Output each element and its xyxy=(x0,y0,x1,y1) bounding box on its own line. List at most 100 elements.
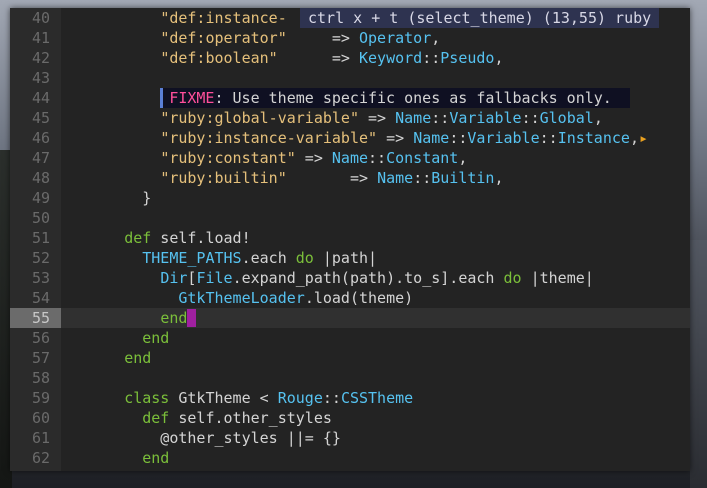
desktop-background-right xyxy=(690,240,707,488)
code-token: Keyword xyxy=(359,49,423,67)
line-number: 55 xyxy=(10,308,61,328)
code-line[interactable]: 43 xyxy=(10,68,690,88)
code-line[interactable]: 42 "def:boolean" => Keyword::Pseudo, xyxy=(10,48,690,68)
code-token: Name xyxy=(395,109,432,127)
code-line[interactable]: 60 def self.other_styles xyxy=(10,408,690,428)
code-line[interactable]: 50 xyxy=(10,208,690,228)
code-token: GtkThemeLoader xyxy=(178,289,305,307)
line-code: "ruby:instance-variable" => Name::Variab… xyxy=(70,128,648,148)
line-number: 45 xyxy=(31,109,50,127)
line-number: 44 xyxy=(31,89,50,107)
command-popup: ctrl x + t (select_theme) (13,55) ruby xyxy=(300,8,660,28)
code-token: Global xyxy=(539,109,594,127)
code-line[interactable]: 41 "def:operator" => Operator, xyxy=(10,28,690,48)
code-line[interactable]: 48 "ruby:builtin" => Name::Builtin, xyxy=(10,168,690,188)
code-token: Variable xyxy=(467,129,540,147)
code-token: => xyxy=(286,29,359,47)
code-token: :: xyxy=(422,49,441,67)
code-token: :: xyxy=(413,169,432,187)
code-token: :: xyxy=(521,109,540,127)
code-line[interactable]: 58 xyxy=(10,368,690,388)
code-line[interactable]: 44 FIXME: Use theme specific ones as fal… xyxy=(10,88,690,108)
line-code: "def:boolean" => Keyword::Pseudo, xyxy=(70,48,504,68)
code-token: "def:operator" xyxy=(160,29,287,47)
code-line[interactable]: 49 } xyxy=(10,188,690,208)
code-token: .expand_path(path).to_s].each xyxy=(232,269,504,287)
code-token: |theme| xyxy=(521,269,594,287)
line-code: } xyxy=(70,188,151,208)
code-token: def xyxy=(124,229,152,247)
code-token: THEME_PATHS xyxy=(142,249,242,267)
code-editor[interactable]: 40 "def:instance- 41 "def:operator" => Op… xyxy=(10,8,690,471)
line-number: 46 xyxy=(31,129,50,147)
code-token: Rouge xyxy=(277,389,323,407)
code-token: do xyxy=(295,249,314,267)
code-token: end xyxy=(160,309,188,327)
line-number: 59 xyxy=(31,389,50,407)
line-code: "def:instance- xyxy=(70,8,286,28)
code-token: } xyxy=(70,189,152,207)
code-token: Operator xyxy=(359,29,432,47)
line-number: 60 xyxy=(31,409,50,427)
fixme-text: : Use theme specific ones as fallbacks o… xyxy=(214,89,612,107)
code-line[interactable]: 54 GtkThemeLoader.load(theme) xyxy=(10,288,690,308)
code-token: self.other_styles xyxy=(169,409,332,427)
line-number: 50 xyxy=(31,209,50,227)
code-token: :: xyxy=(431,109,450,127)
line-code: "ruby:global-variable" => Name::Variable… xyxy=(70,108,603,128)
code-token: , xyxy=(494,49,504,67)
line-code: end xyxy=(70,448,169,468)
line-number: 47 xyxy=(31,149,50,167)
code-line[interactable]: 59 class GtkTheme < Rouge::CSSTheme xyxy=(10,388,690,408)
code-line[interactable]: 53 Dir[File.expand_path(path).to_s].each… xyxy=(10,268,690,288)
line-code: "def:operator" => Operator, xyxy=(70,28,440,48)
line-number: 48 xyxy=(31,169,50,187)
code-line[interactable]: 62 end xyxy=(10,448,690,468)
code-token: :: xyxy=(539,129,558,147)
code-line[interactable]: 45 "ruby:global-variable" => Name::Varia… xyxy=(10,108,690,128)
code-token: Constant xyxy=(386,149,459,167)
code-line[interactable]: 47 "ruby:constant" => Name::Constant, xyxy=(10,148,690,168)
code-token: => xyxy=(359,109,396,127)
code-token: Name xyxy=(413,129,450,147)
code-token: => xyxy=(277,49,359,67)
line-code: end xyxy=(70,308,197,328)
line-number: 49 xyxy=(31,189,50,207)
code-token: self.load! xyxy=(151,229,251,247)
line-code: def self.other_styles xyxy=(70,408,332,428)
code-token: "def:boolean" xyxy=(160,49,278,67)
code-token: end xyxy=(142,329,170,347)
line-number: 41 xyxy=(31,29,50,47)
line-number: 42 xyxy=(31,49,50,67)
line-number: 58 xyxy=(31,369,50,387)
line-code: end xyxy=(70,328,169,348)
code-line[interactable]: 57 end xyxy=(10,348,690,368)
code-token: Pseudo xyxy=(440,49,495,67)
code-line[interactable]: 56 end xyxy=(10,328,690,348)
code-token: :: xyxy=(449,129,468,147)
code-line[interactable]: 51 def self.load! xyxy=(10,228,690,248)
code-token: Name xyxy=(377,169,414,187)
code-token: :: xyxy=(322,389,341,407)
code-line-current[interactable]: 55 end xyxy=(10,308,690,328)
code-line[interactable]: 46 "ruby:instance-variable" => Name::Var… xyxy=(10,128,690,148)
code-token: , xyxy=(593,109,603,127)
code-line[interactable]: 61 @other_styles ||= {} xyxy=(10,428,690,448)
code-token: def xyxy=(142,409,170,427)
code-token: => xyxy=(295,149,332,167)
code-line[interactable]: 52 THEME_PATHS.each do |path| xyxy=(10,248,690,268)
